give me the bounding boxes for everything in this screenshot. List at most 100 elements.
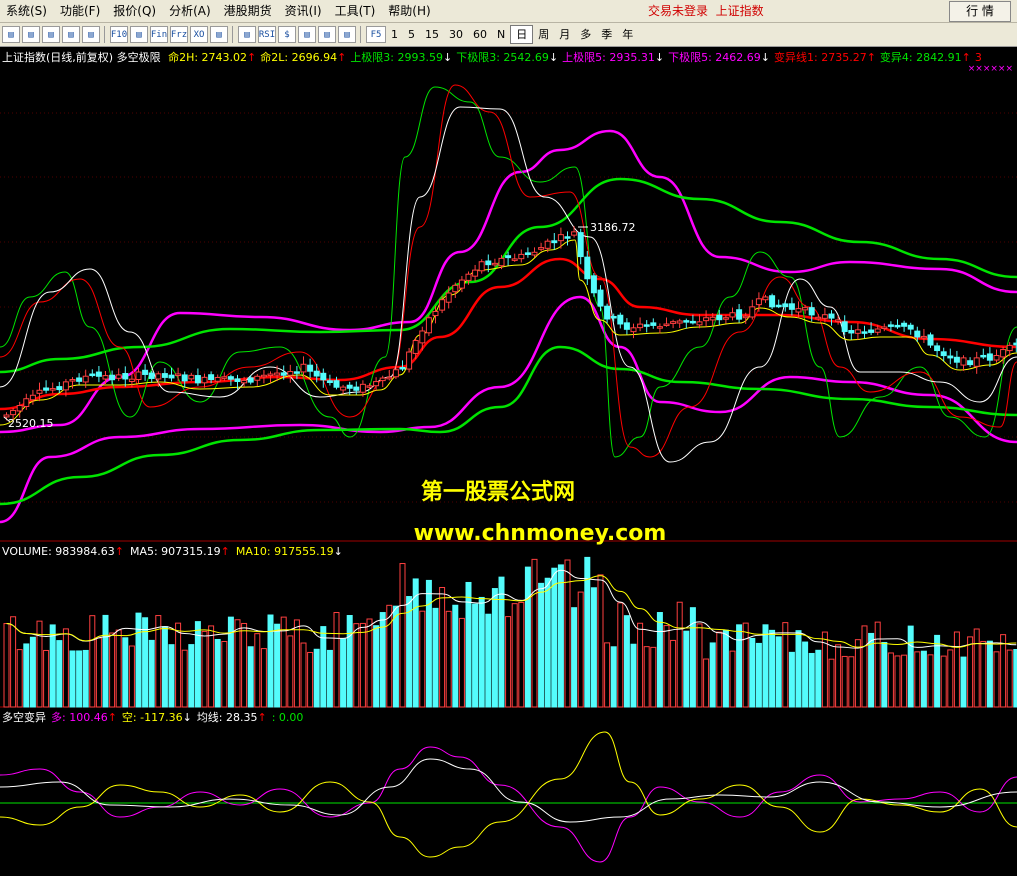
pencil-icon[interactable]: ▤ bbox=[338, 26, 356, 43]
volume-bar bbox=[458, 617, 465, 708]
legend-arrow: ↓ bbox=[549, 51, 558, 64]
chart-icon[interactable]: ▤ bbox=[238, 26, 256, 43]
list-icon[interactable]: ▤ bbox=[82, 26, 100, 43]
candle-body bbox=[736, 309, 743, 320]
period-1[interactable]: 5 bbox=[403, 26, 420, 43]
rsi-icon[interactable]: RSI bbox=[258, 26, 276, 43]
watermark-title: 第一股票公式网 bbox=[421, 479, 575, 505]
menu-help[interactable]: 帮助(H) bbox=[382, 0, 437, 22]
volume-bar bbox=[630, 643, 637, 708]
menu-quote[interactable]: 报价(Q) bbox=[107, 0, 163, 22]
line-icon[interactable]: ▤ bbox=[42, 26, 60, 43]
menu-analysis[interactable]: 分析(A) bbox=[163, 0, 218, 22]
candle-body bbox=[571, 231, 578, 236]
period-4[interactable]: 60 bbox=[468, 26, 492, 43]
period-2[interactable]: 15 bbox=[420, 26, 444, 43]
volume-bar bbox=[663, 625, 670, 708]
volume-bar bbox=[709, 642, 716, 708]
candle-body bbox=[986, 353, 993, 361]
candle-body bbox=[755, 298, 762, 306]
volume-legend-item: MA10: 917555.19 bbox=[236, 545, 334, 558]
grid-icon[interactable]: ▤ bbox=[22, 26, 40, 43]
candle-body bbox=[379, 377, 386, 382]
legend-arrow: ↑ bbox=[337, 51, 346, 64]
candle-body bbox=[848, 330, 855, 334]
candle-body bbox=[716, 314, 723, 321]
volume-bar bbox=[214, 638, 221, 708]
candle-body bbox=[742, 315, 749, 319]
kline-chart[interactable]: 上证指数(日线,前复权) 多空极限 命2H: 2743.02↑ 命2L: 2696… bbox=[0, 47, 1017, 876]
period-7[interactable]: 周 bbox=[533, 26, 554, 43]
candle-body bbox=[472, 269, 479, 277]
volume-bar bbox=[373, 625, 380, 708]
candle-body bbox=[808, 307, 815, 316]
f5-icon[interactable]: ▤ bbox=[130, 26, 148, 43]
f10-icon[interactable]: F10 bbox=[110, 26, 128, 43]
volume-bar bbox=[894, 655, 901, 708]
volume-bar bbox=[353, 623, 360, 708]
volume-bar bbox=[3, 623, 10, 708]
period-9[interactable]: 多 bbox=[575, 26, 596, 43]
candle-body bbox=[412, 340, 419, 354]
legend-arrow: ↑ bbox=[247, 51, 256, 64]
period-10[interactable]: 季 bbox=[596, 26, 617, 43]
main-legend-item: 变异线1: 2735.27 bbox=[774, 50, 867, 64]
candle-body bbox=[604, 305, 611, 320]
volume-bar bbox=[901, 654, 908, 708]
volume-bar bbox=[472, 603, 479, 708]
quote-button[interactable]: 行 情 bbox=[949, 1, 1011, 22]
frz-icon[interactable]: Frz bbox=[170, 26, 188, 43]
candle-body bbox=[419, 330, 426, 344]
fin-icon[interactable]: Fin bbox=[150, 26, 168, 43]
volume-bar bbox=[62, 628, 69, 708]
move-icon[interactable]: ▤ bbox=[298, 26, 316, 43]
candle-body bbox=[161, 373, 168, 378]
volume-bar bbox=[49, 624, 56, 708]
menu-function[interactable]: 功能(F) bbox=[54, 0, 107, 22]
dollar-icon[interactable]: $ bbox=[278, 26, 296, 43]
period-0[interactable]: 1 bbox=[386, 26, 403, 43]
candle-body bbox=[128, 378, 135, 382]
period-5[interactable]: N bbox=[492, 26, 510, 43]
window-search-icon[interactable]: ▤ bbox=[210, 26, 228, 43]
volume-bar bbox=[947, 649, 954, 708]
volume-bar bbox=[993, 651, 1000, 708]
volume-bar bbox=[703, 658, 710, 708]
menu-tools[interactable]: 工具(T) bbox=[329, 0, 383, 22]
menu-hk-futures[interactable]: 港股期货 bbox=[218, 0, 279, 22]
volume-bar bbox=[940, 655, 947, 708]
candle-body bbox=[617, 314, 624, 325]
volume-bar bbox=[208, 625, 215, 708]
menu-info[interactable]: 资讯(I) bbox=[279, 0, 329, 22]
candle-body bbox=[49, 388, 56, 391]
export-icon[interactable]: ▤ bbox=[318, 26, 336, 43]
candle-body bbox=[82, 375, 89, 383]
candle-body bbox=[102, 375, 109, 380]
candle-body bbox=[564, 236, 571, 239]
candle-body bbox=[247, 377, 254, 383]
candle-body bbox=[934, 345, 941, 352]
menu-system[interactable]: 系统(S) bbox=[0, 0, 54, 22]
candle-body bbox=[76, 377, 83, 382]
period-8[interactable]: 月 bbox=[554, 26, 575, 43]
period-3[interactable]: 30 bbox=[444, 26, 468, 43]
period-f5-button[interactable]: F5 bbox=[366, 26, 386, 43]
trade-status-text: 交易未登录 bbox=[648, 4, 709, 18]
xo-icon[interactable]: XO bbox=[190, 26, 208, 43]
candle-body bbox=[511, 258, 518, 261]
volume-bar bbox=[835, 644, 842, 708]
window-icon[interactable]: ▤ bbox=[2, 26, 20, 43]
candle-body bbox=[650, 322, 657, 326]
period-6[interactable]: 日 bbox=[510, 25, 534, 44]
candle-body bbox=[683, 320, 690, 323]
candle-body bbox=[722, 317, 729, 320]
candle-body bbox=[43, 387, 50, 391]
candle-body bbox=[874, 328, 881, 333]
candle-body bbox=[821, 314, 828, 319]
candle-icon[interactable]: ▤ bbox=[62, 26, 80, 43]
candle-body bbox=[907, 324, 914, 330]
candle-body bbox=[656, 326, 663, 329]
period-11[interactable]: 年 bbox=[617, 26, 638, 43]
volume-bar bbox=[914, 651, 921, 708]
candle-body bbox=[201, 376, 208, 384]
